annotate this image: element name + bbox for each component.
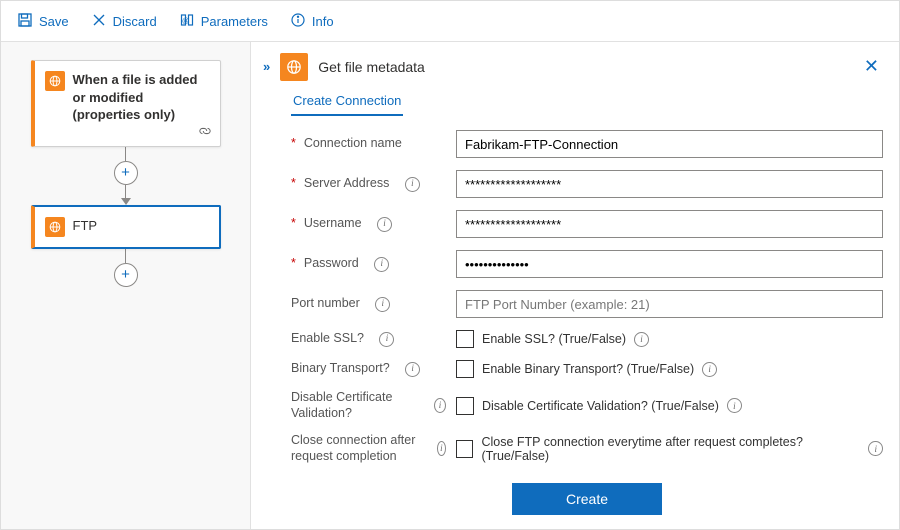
info-icon[interactable]: i xyxy=(634,332,649,347)
info-button[interactable]: Info xyxy=(282,8,342,35)
parameters-icon: @ xyxy=(179,12,195,31)
svg-text:@: @ xyxy=(182,18,189,25)
enable-ssl-checkbox-label: Enable SSL? (True/False) xyxy=(482,332,626,346)
close-conn-checkbox[interactable] xyxy=(456,440,473,458)
close-panel-button[interactable]: ✕ xyxy=(860,52,883,81)
binary-transport-checkbox[interactable] xyxy=(456,360,474,378)
ftp-action-title: FTP xyxy=(73,217,98,237)
port-input[interactable] xyxy=(456,290,883,318)
discard-label: Discard xyxy=(113,14,157,29)
server-address-input[interactable] xyxy=(456,170,883,198)
ftp-icon xyxy=(280,53,308,81)
disable-cert-checkbox-label: Disable Certificate Validation? (True/Fa… xyxy=(482,399,719,413)
info-icon[interactable]: i xyxy=(377,217,392,232)
close-conn-label: Close connection after request completio… xyxy=(291,433,446,464)
info-icon[interactable]: i xyxy=(702,362,717,377)
server-address-label: *Server Address i xyxy=(291,176,446,192)
info-icon[interactable]: i xyxy=(405,362,420,377)
trigger-node[interactable]: When a file is added or modified (proper… xyxy=(31,60,221,147)
connector-end: + xyxy=(114,249,138,287)
save-button[interactable]: Save xyxy=(9,8,77,35)
info-label: Info xyxy=(312,14,334,29)
ftp-icon xyxy=(45,71,65,91)
save-icon xyxy=(17,12,33,31)
disable-cert-checkbox[interactable] xyxy=(456,397,474,415)
create-button[interactable]: Create xyxy=(512,483,662,515)
username-label: *Username i xyxy=(291,216,446,232)
close-icon xyxy=(91,12,107,31)
discard-button[interactable]: Discard xyxy=(83,8,165,35)
ftp-icon xyxy=(45,217,65,237)
save-label: Save xyxy=(39,14,69,29)
connection-name-input[interactable] xyxy=(456,130,883,158)
panel-tabs: Create Connection xyxy=(251,87,899,116)
arrow-down-icon xyxy=(121,198,131,205)
enable-ssl-checkbox[interactable] xyxy=(456,330,474,348)
link-icon xyxy=(198,124,212,142)
add-step-button[interactable]: + xyxy=(114,263,138,287)
info-icon[interactable]: i xyxy=(437,441,446,456)
panel-title: Get file metadata xyxy=(318,59,850,75)
connection-form: *Connection name *Server Address i *User… xyxy=(251,116,899,515)
info-icon[interactable]: i xyxy=(374,257,389,272)
connection-name-label: *Connection name xyxy=(291,136,446,152)
info-icon[interactable]: i xyxy=(434,398,446,413)
trigger-title: When a file is added or modified (proper… xyxy=(73,72,198,122)
designer-canvas: When a file is added or modified (proper… xyxy=(1,42,251,529)
password-input[interactable] xyxy=(456,250,883,278)
tab-create-connection[interactable]: Create Connection xyxy=(291,87,403,116)
port-label: Port number i xyxy=(291,296,446,312)
ftp-action-node[interactable]: FTP xyxy=(31,205,221,249)
disable-cert-label: Disable Certificate Validation? i xyxy=(291,390,446,421)
info-icon[interactable]: i xyxy=(405,177,420,192)
add-step-button[interactable]: + xyxy=(114,161,138,185)
close-conn-checkbox-label: Close FTP connection everytime after req… xyxy=(481,435,860,463)
info-icon[interactable]: i xyxy=(379,332,394,347)
action-panel: » Get file metadata ✕ Create Connection … xyxy=(251,42,899,529)
parameters-label: Parameters xyxy=(201,14,268,29)
binary-transport-label: Binary Transport? i xyxy=(291,361,446,377)
binary-transport-checkbox-label: Enable Binary Transport? (True/False) xyxy=(482,362,694,376)
parameters-button[interactable]: @ Parameters xyxy=(171,8,276,35)
info-icon xyxy=(290,12,306,31)
connector: + xyxy=(114,147,138,205)
password-label: *Password i xyxy=(291,256,446,272)
enable-ssl-label: Enable SSL? i xyxy=(291,331,446,347)
info-icon[interactable]: i xyxy=(375,297,390,312)
username-input[interactable] xyxy=(456,210,883,238)
collapse-panel-button[interactable]: » xyxy=(263,59,270,74)
toolbar: Save Discard @ Parameters Info xyxy=(1,1,899,42)
info-icon[interactable]: i xyxy=(727,398,742,413)
info-icon[interactable]: i xyxy=(868,441,883,456)
